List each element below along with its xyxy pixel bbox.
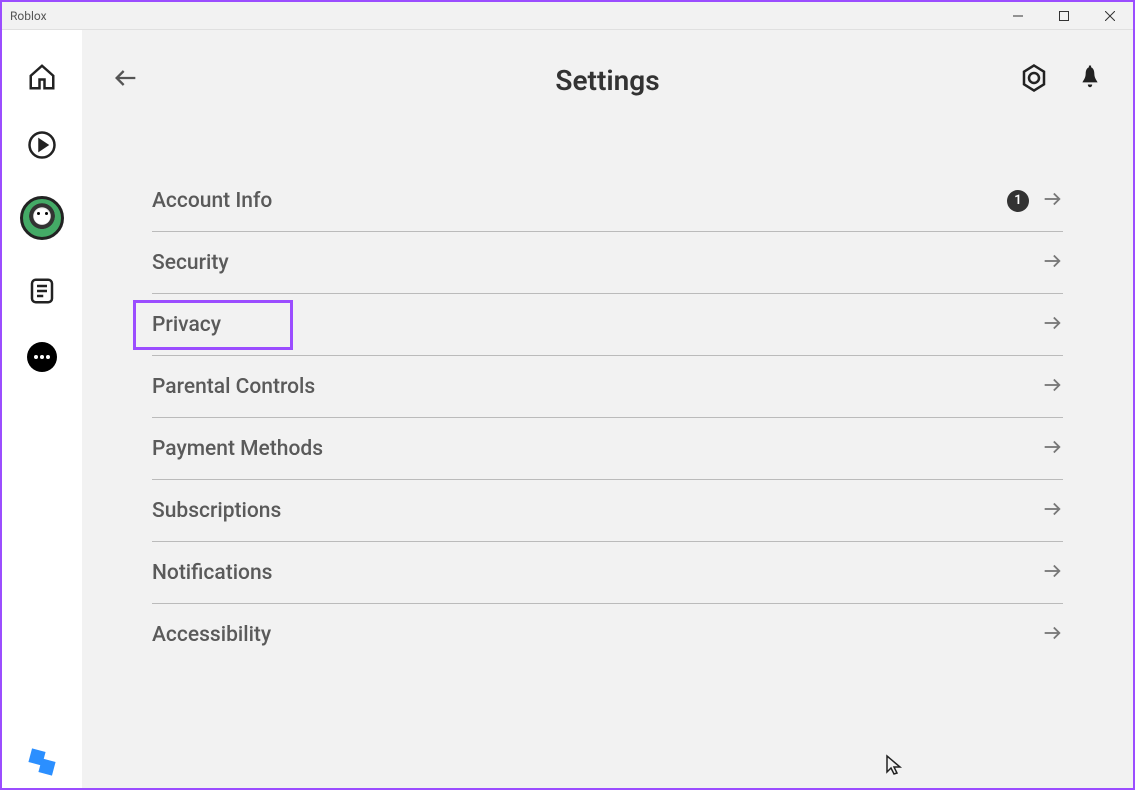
notes-icon[interactable] — [25, 274, 59, 308]
settings-item-label: Privacy — [152, 313, 221, 337]
chevron-right-icon — [1041, 498, 1063, 524]
window-maximize-button[interactable] — [1041, 2, 1087, 30]
chevron-right-icon — [1041, 436, 1063, 462]
header: Settings — [82, 30, 1133, 130]
chevron-right-icon — [1041, 374, 1063, 400]
chevron-right-icon — [1041, 312, 1063, 338]
cursor-icon — [885, 754, 903, 780]
window-minimize-button[interactable] — [995, 2, 1041, 30]
page-title: Settings — [555, 64, 659, 97]
chevron-right-icon — [1041, 622, 1063, 648]
settings-item-label: Accessibility — [152, 623, 271, 647]
settings-item-privacy[interactable]: Privacy — [152, 294, 1063, 356]
settings-item-notifications[interactable]: Notifications — [152, 542, 1063, 604]
settings-item-label: Security — [152, 251, 229, 275]
settings-item-label: Subscriptions — [152, 499, 281, 523]
settings-item-label: Account Info — [152, 189, 272, 213]
settings-item-label: Payment Methods — [152, 437, 323, 461]
settings-list: Account Info 1 Security — [152, 170, 1063, 666]
play-icon[interactable] — [25, 128, 59, 162]
sidebar — [2, 30, 82, 788]
window-title: Roblox — [10, 9, 47, 23]
home-icon[interactable] — [25, 60, 59, 94]
settings-item-label: Parental Controls — [152, 375, 315, 399]
notification-badge: 1 — [1007, 190, 1029, 212]
window-titlebar: Roblox — [2, 2, 1133, 30]
settings-item-accessibility[interactable]: Accessibility — [152, 604, 1063, 666]
back-button[interactable] — [112, 64, 140, 96]
studio-icon[interactable] — [28, 748, 56, 776]
settings-item-subscriptions[interactable]: Subscriptions — [152, 480, 1063, 542]
settings-item-account-info[interactable]: Account Info 1 — [152, 170, 1063, 232]
bell-icon[interactable] — [1077, 65, 1103, 95]
chevron-right-icon — [1041, 188, 1063, 214]
chevron-right-icon — [1041, 560, 1063, 586]
settings-item-parental-controls[interactable]: Parental Controls — [152, 356, 1063, 418]
avatar[interactable] — [20, 196, 64, 240]
main-content: Settings Account Info 1 — [82, 30, 1133, 788]
settings-item-label: Notifications — [152, 561, 272, 585]
settings-item-security[interactable]: Security — [152, 232, 1063, 294]
robux-icon[interactable] — [1019, 63, 1049, 97]
window-close-button[interactable] — [1087, 2, 1133, 30]
more-icon[interactable] — [27, 342, 57, 372]
settings-item-payment-methods[interactable]: Payment Methods — [152, 418, 1063, 480]
chevron-right-icon — [1041, 250, 1063, 276]
window-controls — [995, 2, 1133, 30]
